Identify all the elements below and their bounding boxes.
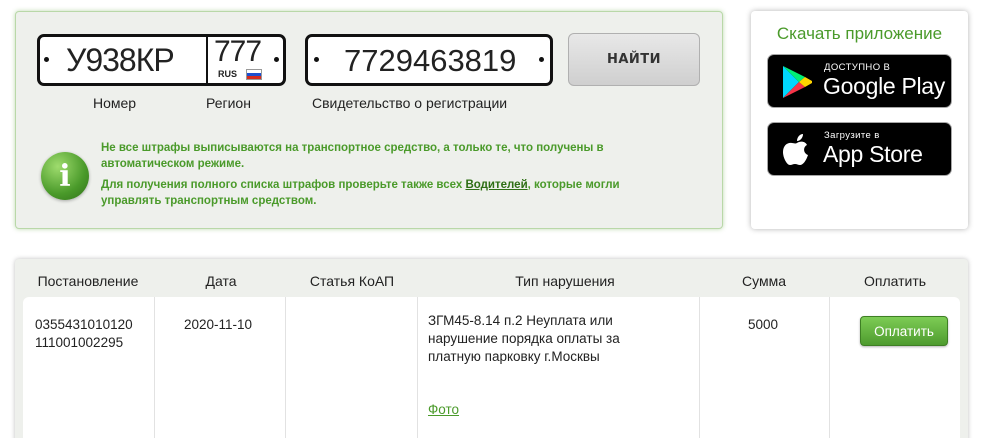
column-header-amount: Сумма [742,273,786,289]
plate-bolt [44,57,49,62]
violation-date: 2020-11-10 [184,317,253,332]
column-header-article: Статья КоАП [309,273,395,289]
resolution-number: 0355431010120 111001002295 [35,316,133,352]
info-icon: i [41,152,89,200]
info-text-part: Для получения полного списка штрафов про… [101,179,466,191]
table-row: 0355431010120 111001002295 2020-11-10 ЗГ… [23,297,960,438]
cell-article [286,297,418,438]
drivers-link[interactable]: Водителей [465,179,527,191]
plate-bolt [274,57,279,62]
column-header-resolution: Постановление [37,273,139,289]
certificate-label: Свидетельство о регистрации [312,95,508,111]
plate-bolt [314,57,319,62]
apple-icon [783,134,808,165]
pay-button[interactable]: Оплатить [860,316,948,346]
app-store-badge[interactable]: Загрузите в App Store [767,122,952,176]
resolution-number-line: 0355431010120 [35,317,133,332]
violation-description: ЗГМ45-8.14 п.2 Неуплата или нарушение по… [428,313,620,364]
google-play-small-text: ДОСТУПНО В [824,62,891,73]
cell-date: 2020-11-10 [155,297,286,438]
resolution-number-line: 111001002295 [35,335,124,350]
fine-amount: 5000 [748,317,779,332]
cell-amount: 5000 [700,297,830,438]
app-store-small-text: Загрузите в [824,130,880,141]
google-play-badge[interactable]: ДОСТУПНО В Google Play [767,54,952,108]
russian-flag-icon [246,69,262,80]
photo-link[interactable]: Фото [428,402,459,417]
vehicle-search-panel: У938КР 777 RUS 7729463819 Номер Регион С… [15,11,723,229]
certificate-number-value[interactable]: 7729463819 [344,43,516,79]
plate-bolt [539,57,544,62]
fines-table: Постановление Дата Статья КоАП Тип наруш… [15,259,968,438]
plate-country-code: RUS [218,69,238,79]
cell-resolution: 0355431010120 111001002295 [23,297,155,438]
download-app-title: Скачать приложение [776,24,943,43]
license-plate-input[interactable]: У938КР 777 RUS [37,34,286,86]
cell-violation-type: ЗГМ45-8.14 п.2 Неуплата или нарушение по… [418,297,700,438]
column-header-date: Дата [205,273,237,289]
plate-region-value[interactable]: 777 [214,35,262,69]
info-text-drivers: Для получения полного списка штрафов про… [101,177,661,209]
plate-divider [206,37,208,83]
google-play-big-text: Google Play [823,73,945,99]
find-button[interactable]: НАЙТИ [568,33,700,86]
column-header-pay: Оплатить [863,273,927,289]
certificate-input[interactable]: 7729463819 [305,34,553,86]
plate-number-value[interactable]: У938КР [66,42,175,79]
region-label: Регион [206,95,251,111]
column-header-violation-type: Тип нарушения [515,273,615,289]
info-text-auto-mode: Не все штрафы выписываются на транспортн… [101,142,604,170]
download-app-panel: Скачать приложение ДОСТУПНО В Google Pla… [751,11,968,229]
app-store-big-text: App Store [823,141,923,167]
google-play-icon [783,66,812,98]
number-label: Номер [93,95,137,111]
